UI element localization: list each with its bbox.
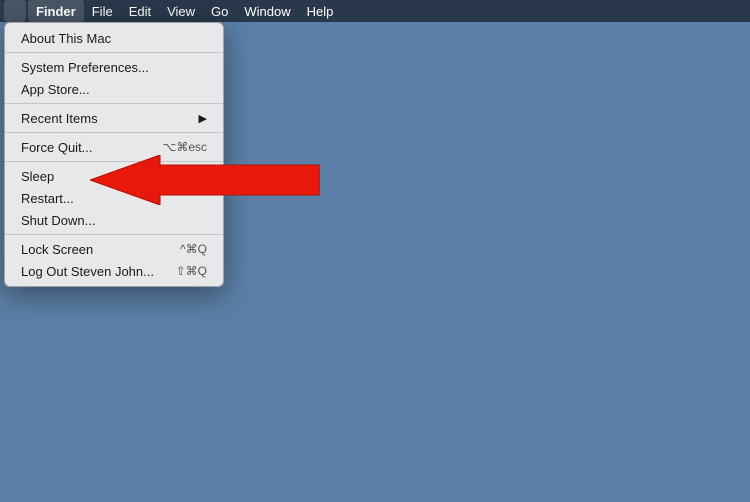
about-this-mac-label: About This Mac	[21, 31, 111, 46]
menubar-finder[interactable]: Finder	[28, 0, 84, 22]
menubar-window[interactable]: Window	[236, 0, 298, 22]
menubar-go[interactable]: Go	[203, 0, 236, 22]
menu-about-this-mac[interactable]: About This Mac	[5, 27, 223, 49]
recent-items-arrow-icon: ▶	[199, 112, 207, 125]
menu-app-store[interactable]: App Store...	[5, 78, 223, 100]
menubar-file[interactable]: File	[84, 0, 121, 22]
menubar-edit[interactable]: Edit	[121, 0, 159, 22]
menubar: Finder File Edit View Go Window Help	[0, 0, 750, 22]
sleep-label: Sleep	[21, 169, 54, 184]
menu-shut-down[interactable]: Shut Down...	[5, 209, 223, 231]
menu-separator-5	[5, 234, 223, 235]
menu-system-preferences[interactable]: System Preferences...	[5, 56, 223, 78]
menubar-help[interactable]: Help	[299, 0, 342, 22]
menu-recent-items[interactable]: Recent Items ▶	[5, 107, 223, 129]
system-preferences-label: System Preferences...	[21, 60, 149, 75]
lock-screen-label: Lock Screen	[21, 242, 93, 257]
apple-menu-button[interactable]	[4, 0, 26, 22]
restart-label: Restart...	[21, 191, 74, 206]
menu-sleep[interactable]: Sleep	[5, 165, 223, 187]
menu-logout[interactable]: Log Out Steven John... ⇧⌘Q	[5, 260, 223, 282]
menu-separator-2	[5, 103, 223, 104]
logout-label: Log Out Steven John...	[21, 264, 154, 279]
recent-items-label: Recent Items	[21, 111, 98, 126]
menu-lock-screen[interactable]: Lock Screen ^⌘Q	[5, 238, 223, 260]
shut-down-label: Shut Down...	[21, 213, 95, 228]
menu-restart[interactable]: Restart...	[5, 187, 223, 209]
menu-separator-1	[5, 52, 223, 53]
menu-force-quit[interactable]: Force Quit... ⌥⌘esc	[5, 136, 223, 158]
force-quit-shortcut: ⌥⌘esc	[162, 140, 207, 154]
lock-screen-shortcut: ^⌘Q	[180, 242, 207, 256]
menubar-view[interactable]: View	[159, 0, 203, 22]
force-quit-label: Force Quit...	[21, 140, 93, 155]
apple-dropdown-menu: About This Mac System Preferences... App…	[4, 22, 224, 287]
logout-shortcut: ⇧⌘Q	[176, 264, 207, 278]
menu-separator-4	[5, 161, 223, 162]
app-store-label: App Store...	[21, 82, 90, 97]
menu-separator-3	[5, 132, 223, 133]
